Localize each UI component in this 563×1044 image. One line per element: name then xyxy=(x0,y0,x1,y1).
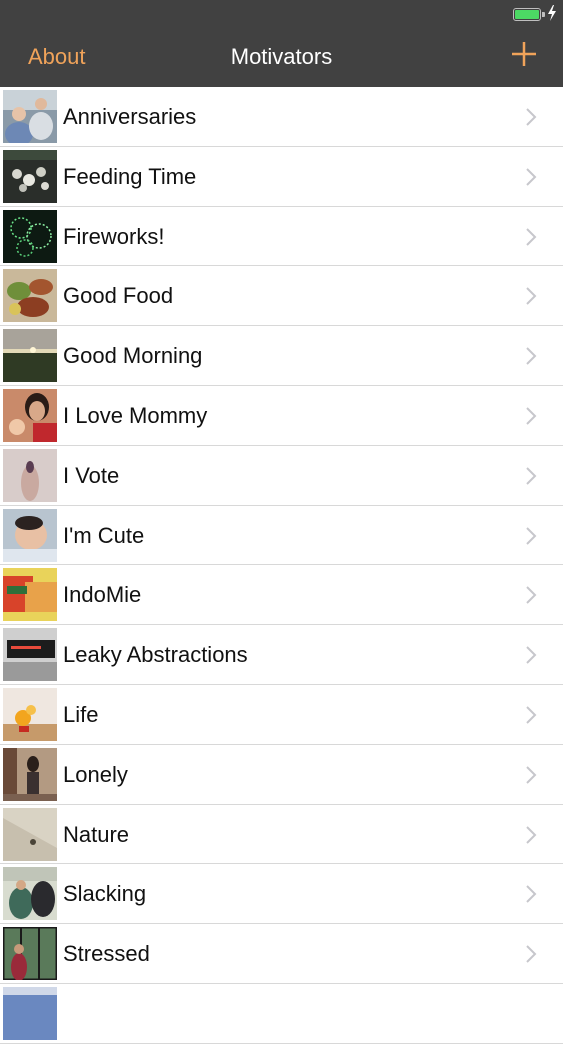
list-item[interactable]: Anniversaries xyxy=(0,87,563,147)
page-title: Motivators xyxy=(230,44,333,69)
motivator-label: Good Food xyxy=(63,283,174,309)
thumbnail-image xyxy=(3,90,57,143)
thumbnail-image xyxy=(3,986,57,1040)
add-motivator-button[interactable] xyxy=(511,41,537,67)
list-item[interactable]: Good Food xyxy=(0,266,563,327)
motivator-label: Nature xyxy=(63,821,130,847)
chevron-right-icon xyxy=(526,227,537,246)
list-item[interactable]: Feeding Time xyxy=(0,146,563,207)
list-item[interactable]: Lonely xyxy=(0,744,563,805)
status-bar xyxy=(0,0,563,28)
chevron-right-icon xyxy=(526,586,537,605)
chevron-right-icon xyxy=(526,287,537,306)
chevron-right-icon xyxy=(526,945,537,963)
thumbnail-image xyxy=(3,388,57,442)
battery-cap xyxy=(542,12,545,17)
chevron-right-icon xyxy=(526,825,537,844)
thumbnail-image xyxy=(3,687,57,741)
list-item[interactable]: Fireworks! xyxy=(0,206,563,267)
list-item[interactable]: Slacking xyxy=(0,864,563,925)
motivator-label: Life xyxy=(63,701,99,727)
motivator-label: I'm Cute xyxy=(63,522,145,548)
charging-bolt-icon xyxy=(548,5,556,21)
thumbnail-image xyxy=(3,568,57,622)
motivator-label: Stressed xyxy=(63,941,150,967)
thumbnail-image xyxy=(3,807,57,861)
chevron-right-icon xyxy=(526,108,537,126)
list-item[interactable]: Good Morning xyxy=(0,326,563,386)
list-item[interactable] xyxy=(0,983,563,1044)
motivator-label: Lonely xyxy=(63,761,128,787)
battery-icon xyxy=(513,8,541,21)
list-item[interactable]: Stressed xyxy=(0,924,563,984)
thumbnail-image xyxy=(3,448,57,502)
thumbnail-image xyxy=(3,269,57,323)
chevron-right-icon xyxy=(526,168,537,186)
motivator-label: IndoMie xyxy=(63,582,142,608)
thumbnail-image xyxy=(3,747,57,801)
motivator-label: Slacking xyxy=(63,881,147,907)
thumbnail-image xyxy=(3,628,57,682)
chevron-right-icon xyxy=(526,407,537,425)
motivator-label: I Vote xyxy=(63,462,120,488)
chevron-right-icon xyxy=(526,467,537,485)
list-item[interactable]: I Vote xyxy=(0,445,563,506)
thumbnail-image xyxy=(3,329,57,383)
list-item[interactable]: Nature xyxy=(0,804,563,865)
list-item[interactable]: IndoMie xyxy=(0,565,563,626)
thumbnail-image xyxy=(3,927,57,981)
thumbnail-image xyxy=(3,149,57,203)
thumbnail-image xyxy=(3,209,57,263)
motivator-label: Anniversaries xyxy=(63,104,197,129)
list-item[interactable]: I Love Mommy xyxy=(0,385,563,446)
thumbnail-image xyxy=(3,508,57,562)
chevron-right-icon xyxy=(526,885,537,904)
motivator-label: I Love Mommy xyxy=(63,402,208,428)
list-item[interactable]: Leaky Abstractions xyxy=(0,625,563,685)
motivator-label: Leaky Abstractions xyxy=(63,642,248,668)
motivator-label: Feeding Time xyxy=(63,163,197,189)
thumbnail-image xyxy=(3,867,57,921)
chevron-right-icon xyxy=(526,646,537,664)
chevron-right-icon xyxy=(526,526,537,545)
chevron-right-icon xyxy=(526,706,537,724)
list-item[interactable]: I'm Cute xyxy=(0,505,563,566)
navigation-bar: About Motivators xyxy=(0,28,563,87)
chevron-right-icon xyxy=(526,347,537,365)
motivator-label: Fireworks! xyxy=(63,223,165,249)
chevron-right-icon xyxy=(526,766,537,784)
list-item[interactable]: Life xyxy=(0,684,563,745)
motivator-label: Good Morning xyxy=(63,343,203,369)
motivator-list: Anniversaries Feeding Time Fireworks! Go… xyxy=(0,87,563,1044)
